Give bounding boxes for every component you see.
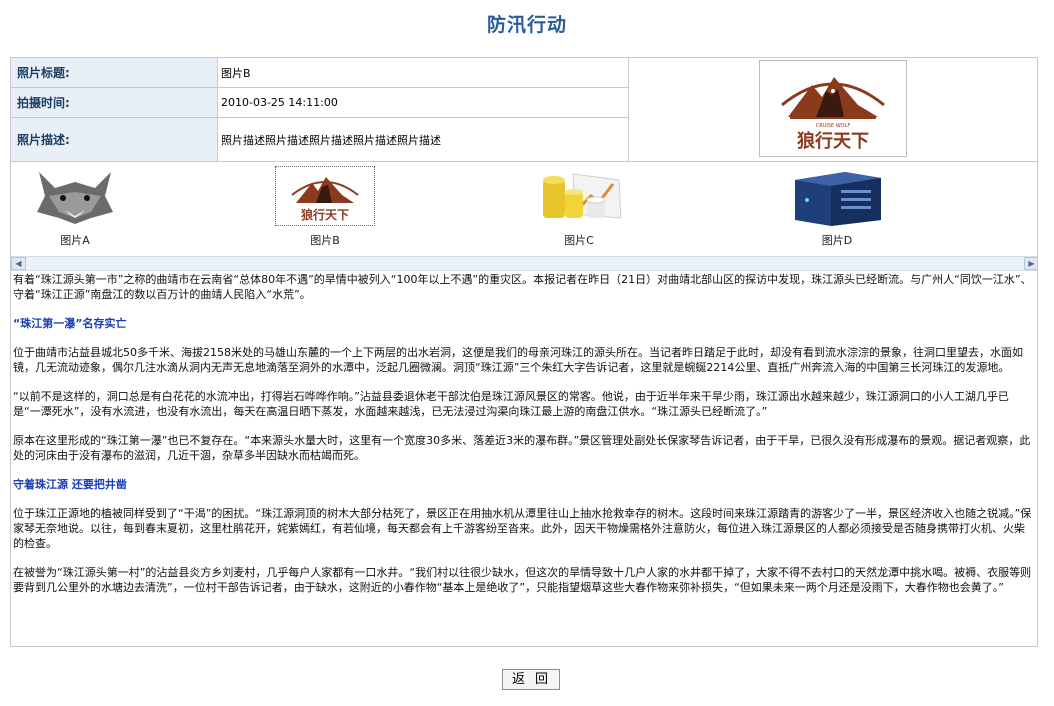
thumbnail-caption: 图片D <box>821 234 853 247</box>
thumbnail-strip: 图片A 狼行天下 图片B 图片C 图片D <box>11 162 1037 256</box>
article-paragraph: “以前不是这样的，洞口总是有白花花的水流冲出，打得岩石哗哗作响。”沾益县委退休老… <box>13 390 1009 418</box>
photo-info-table: 照片标题: 图片B 拍摄时间: 2010-03-25 14:11:00 照片描述… <box>11 58 1037 161</box>
logo-text: 狼行天下 <box>301 207 349 222</box>
thumbnail-d[interactable]: 图片D <box>785 166 889 254</box>
info-row-title: 照片标题: 图片B <box>11 58 629 88</box>
logo-text: 狼行天下 <box>797 130 869 152</box>
shoot-time-value: 2010-03-25 14:11:00 <box>221 96 338 109</box>
article-paragraph: 有着“珠江源头第一市”之称的曲靖市在云南省“总体80年不遇”的旱情中被列入“10… <box>13 273 1032 301</box>
photo-detail-panel: 照片标题: 图片B 拍摄时间: 2010-03-25 14:11:00 照片描述… <box>10 57 1038 647</box>
article-paragraph: 位于珠江正源地的植被同样受到了“干渴”的困扰。“珠江源洞顶的树木大部分枯死了，景… <box>13 507 1032 550</box>
thumbnail-caption: 图片B <box>310 234 340 247</box>
thumbnail-caption: 图片C <box>564 234 594 247</box>
horizontal-scrollbar[interactable]: ◀ ▶ <box>11 256 1037 271</box>
scroll-right-icon[interactable]: ▶ <box>1024 257 1037 270</box>
page-title: 防汛行动 <box>486 14 567 36</box>
article-heading: “珠江第一瀑”名存实亡 <box>13 317 127 330</box>
article-body: 有着“珠江源头第一市”之称的曲靖市在云南省“总体80年不遇”的旱情中被列入“10… <box>13 272 1035 646</box>
thumbnail-b[interactable]: 狼行天下 图片B <box>273 166 377 254</box>
wolf-head-icon <box>37 172 113 224</box>
info-row-desc: 照片描述: 照片描述照片描述照片描述照片描述照片描述 <box>11 118 629 161</box>
main-photo: CRUISE WOLF 狼行天下 <box>759 60 907 157</box>
desc-value: 照片描述照片描述照片描述照片描述照片描述 <box>221 133 441 147</box>
thumbnail-caption: 图片A <box>60 234 90 247</box>
article-paragraph: 在被誉为“珠江源头第一村”的沾益县炎方乡刘麦村，几乎每户人家都有一口水井。“我们… <box>13 566 1032 594</box>
thumbnail-c[interactable]: 图片C <box>527 166 631 254</box>
wolf-logo-icon: CRUISE WOLF 狼行天下 <box>781 77 885 152</box>
server-icon <box>795 172 881 226</box>
back-button[interactable]: 返回 <box>502 669 560 690</box>
thumbnail-a[interactable]: 图片A <box>23 166 127 254</box>
shoot-time-label: 拍摄时间: <box>11 88 218 117</box>
logo-subtext: CRUISE WOLF <box>816 123 851 129</box>
scroll-left-icon[interactable]: ◀ <box>11 257 26 270</box>
photo-title-label: 照片标题: <box>11 58 218 87</box>
charts-icon <box>543 173 622 219</box>
article-heading: 守着珠江源 还要把井凿 <box>13 478 127 491</box>
article-paragraph: 位于曲靖市沾益县城北50多千米、海拔2158米处的马雄山东麓的一个上下两层的出水… <box>13 346 1023 374</box>
desc-label: 照片描述: <box>11 118 218 161</box>
info-row-time: 拍摄时间: 2010-03-25 14:11:00 <box>11 88 629 118</box>
wolf-logo-icon: 狼行天下 <box>291 177 359 222</box>
divider <box>628 58 629 161</box>
photo-title-value: 图片B <box>221 66 251 80</box>
article-paragraph: 原本在这里形成的“珠江第一瀑”也已不复存在。“本来源头水量大时，这里有一个宽度3… <box>13 434 1031 462</box>
